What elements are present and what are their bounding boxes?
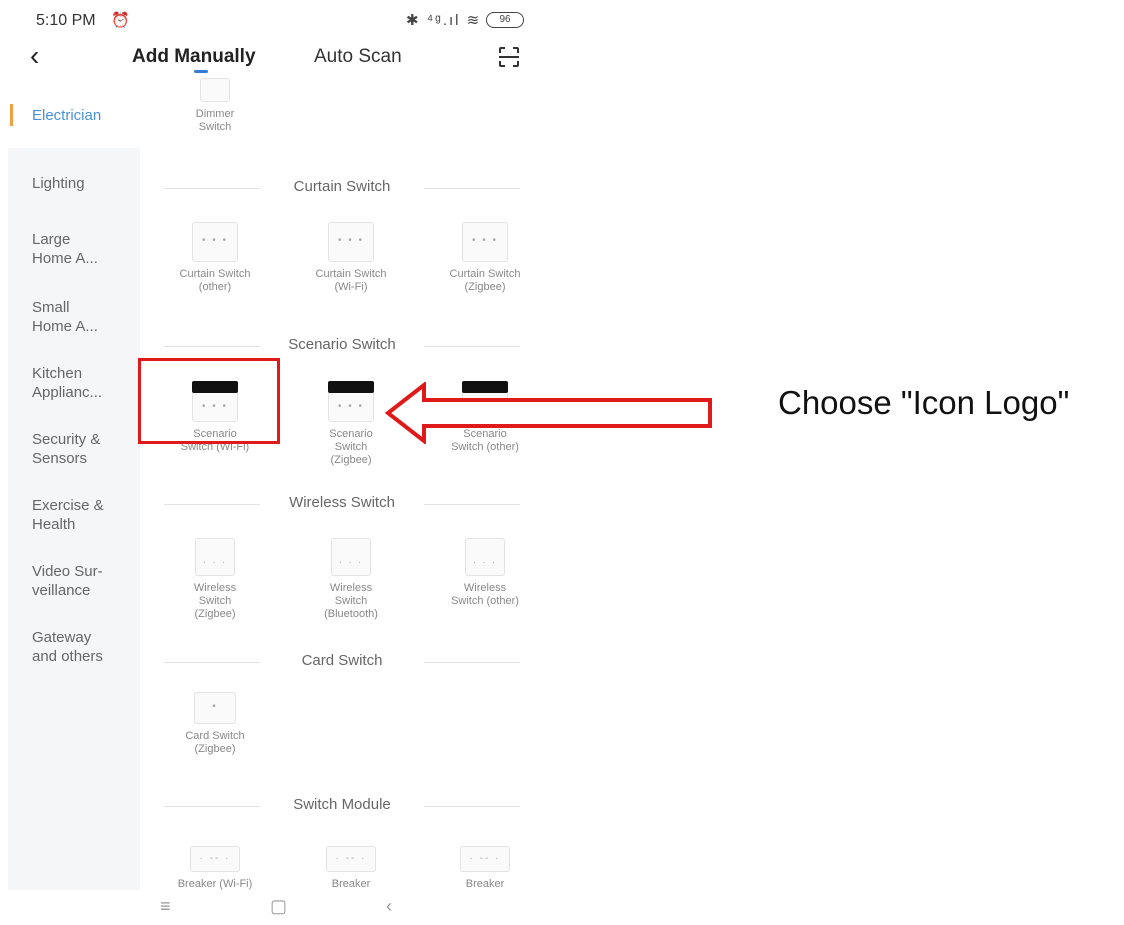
back-icon[interactable]: ‹: [386, 896, 392, 917]
device-dimmer-switch[interactable]: Dimmer Switch: [160, 78, 270, 134]
highlight-box: [138, 358, 280, 444]
curtain-switch-icon: • • •: [192, 222, 238, 262]
arrow-icon: [384, 382, 712, 444]
device-label: Dimmer Switch: [195, 108, 235, 133]
device-label: Curtain Switch (Wi-Fi): [315, 268, 387, 293]
sidebar-item-security-sensors[interactable]: Security & Sensors: [32, 430, 132, 468]
section-title-scenario-switch: Scenario Switch: [164, 336, 520, 356]
sidebar-item-video-surveillance[interactable]: Video Sur- veillance: [32, 562, 132, 600]
scenario-switch-icon: • • •: [328, 381, 374, 422]
device-wireless-switch-bluetooth[interactable]: ∙ ∙ ∙ Wireless Switch (Bluetooth): [296, 538, 406, 621]
device-breaker-2[interactable]: · -- · Breaker: [430, 846, 540, 890]
sidebar-item-kitchen-appliances[interactable]: Kitchen Applianc...: [32, 364, 132, 402]
menu-icon[interactable]: ≡: [160, 896, 171, 917]
device-label: Curtain Switch (other): [179, 268, 251, 293]
tab-auto-scan[interactable]: Auto Scan: [314, 46, 402, 68]
back-arrow-icon[interactable]: ‹: [30, 42, 39, 70]
device-label: Breaker: [331, 878, 371, 890]
switch-module-icon: · -- ·: [326, 846, 376, 872]
section-title-curtain-switch: Curtain Switch: [164, 178, 520, 198]
device-list: Dimmer Switch Curtain Switch • • • Curta…: [140, 78, 544, 890]
dimmer-switch-icon: [200, 78, 230, 102]
device-card-switch-zigbee[interactable]: ▪ Card Switch (Zigbee): [160, 692, 270, 756]
device-breaker-wifi[interactable]: · -- · Breaker (Wi-Fi): [160, 846, 270, 890]
device-curtain-switch-other[interactable]: • • • Curtain Switch (other): [160, 222, 270, 294]
category-sidebar: Electrician Lighting Large Home A... Sma…: [8, 90, 140, 890]
section-title-card-switch: Card Switch: [164, 652, 520, 672]
sidebar-item-large-home-appliances[interactable]: Large Home A...: [32, 230, 132, 268]
wireless-switch-icon: ∙ ∙ ∙: [195, 538, 235, 576]
device-label: Card Switch (Zigbee): [185, 730, 245, 755]
status-time: 5:10 PM: [36, 12, 96, 29]
status-bar: 5:10 PM ⏰ ✱ ⁴ᵍ.ıl ≋ 96: [8, 0, 544, 36]
device-label: Breaker (Wi-Fi): [177, 878, 253, 890]
device-label: Curtain Switch (Zigbee): [449, 268, 521, 293]
sidebar-item-gateway-others[interactable]: Gateway and others: [32, 628, 132, 666]
wireless-switch-icon: ∙ ∙ ∙: [331, 538, 371, 576]
phone-screen: 5:10 PM ⏰ ✱ ⁴ᵍ.ıl ≋ 96 ‹ Add Manually Au…: [8, 0, 544, 925]
alarm-icon: ⏰: [111, 12, 130, 29]
device-label: Wireless Switch (Zigbee): [193, 582, 237, 620]
device-label: Wireless Switch (other): [451, 582, 519, 607]
sidebar-item-small-home-appliances[interactable]: Small Home A...: [32, 298, 132, 336]
curtain-switch-icon: • • •: [328, 222, 374, 262]
device-curtain-switch-zigbee[interactable]: • • • Curtain Switch (Zigbee): [430, 222, 540, 294]
sidebar-item-exercise-health[interactable]: Exercise & Health: [32, 496, 132, 534]
sidebar-item-electrician[interactable]: Electrician: [32, 106, 132, 125]
device-wireless-switch-zigbee[interactable]: ∙ ∙ ∙ Wireless Switch (Zigbee): [160, 538, 270, 621]
battery-icon: 96: [486, 12, 524, 28]
system-nav-bar: ≡ ▢ ‹: [8, 890, 544, 925]
section-title-switch-module: Switch Module: [164, 796, 520, 816]
callout-text: Choose "Icon Logo": [778, 384, 1070, 421]
curtain-switch-icon: • • •: [462, 222, 508, 262]
switch-module-icon: · -- ·: [190, 846, 240, 872]
signal-icons: ✱ ⁴ᵍ.ıl ≋: [406, 12, 482, 29]
device-label: Wireless Switch (Bluetooth): [324, 582, 378, 620]
switch-module-icon: · -- ·: [460, 846, 510, 872]
device-breaker[interactable]: · -- · Breaker: [296, 846, 406, 890]
device-curtain-switch-wifi[interactable]: • • • Curtain Switch (Wi-Fi): [296, 222, 406, 294]
sidebar-item-lighting[interactable]: Lighting: [32, 174, 132, 193]
section-title-wireless-switch: Wireless Switch: [164, 494, 520, 514]
wireless-switch-icon: ∙ ∙ ∙: [465, 538, 505, 576]
device-wireless-switch-other[interactable]: ∙ ∙ ∙ Wireless Switch (other): [430, 538, 540, 608]
sidebar-active-indicator: [10, 104, 13, 126]
card-switch-icon: ▪: [194, 692, 236, 724]
device-label: Breaker: [465, 878, 505, 890]
home-icon[interactable]: ▢: [270, 896, 287, 917]
scan-icon[interactable]: [498, 46, 520, 68]
tab-add-manually[interactable]: Add Manually: [132, 46, 256, 68]
active-tab-indicator: [194, 70, 208, 73]
